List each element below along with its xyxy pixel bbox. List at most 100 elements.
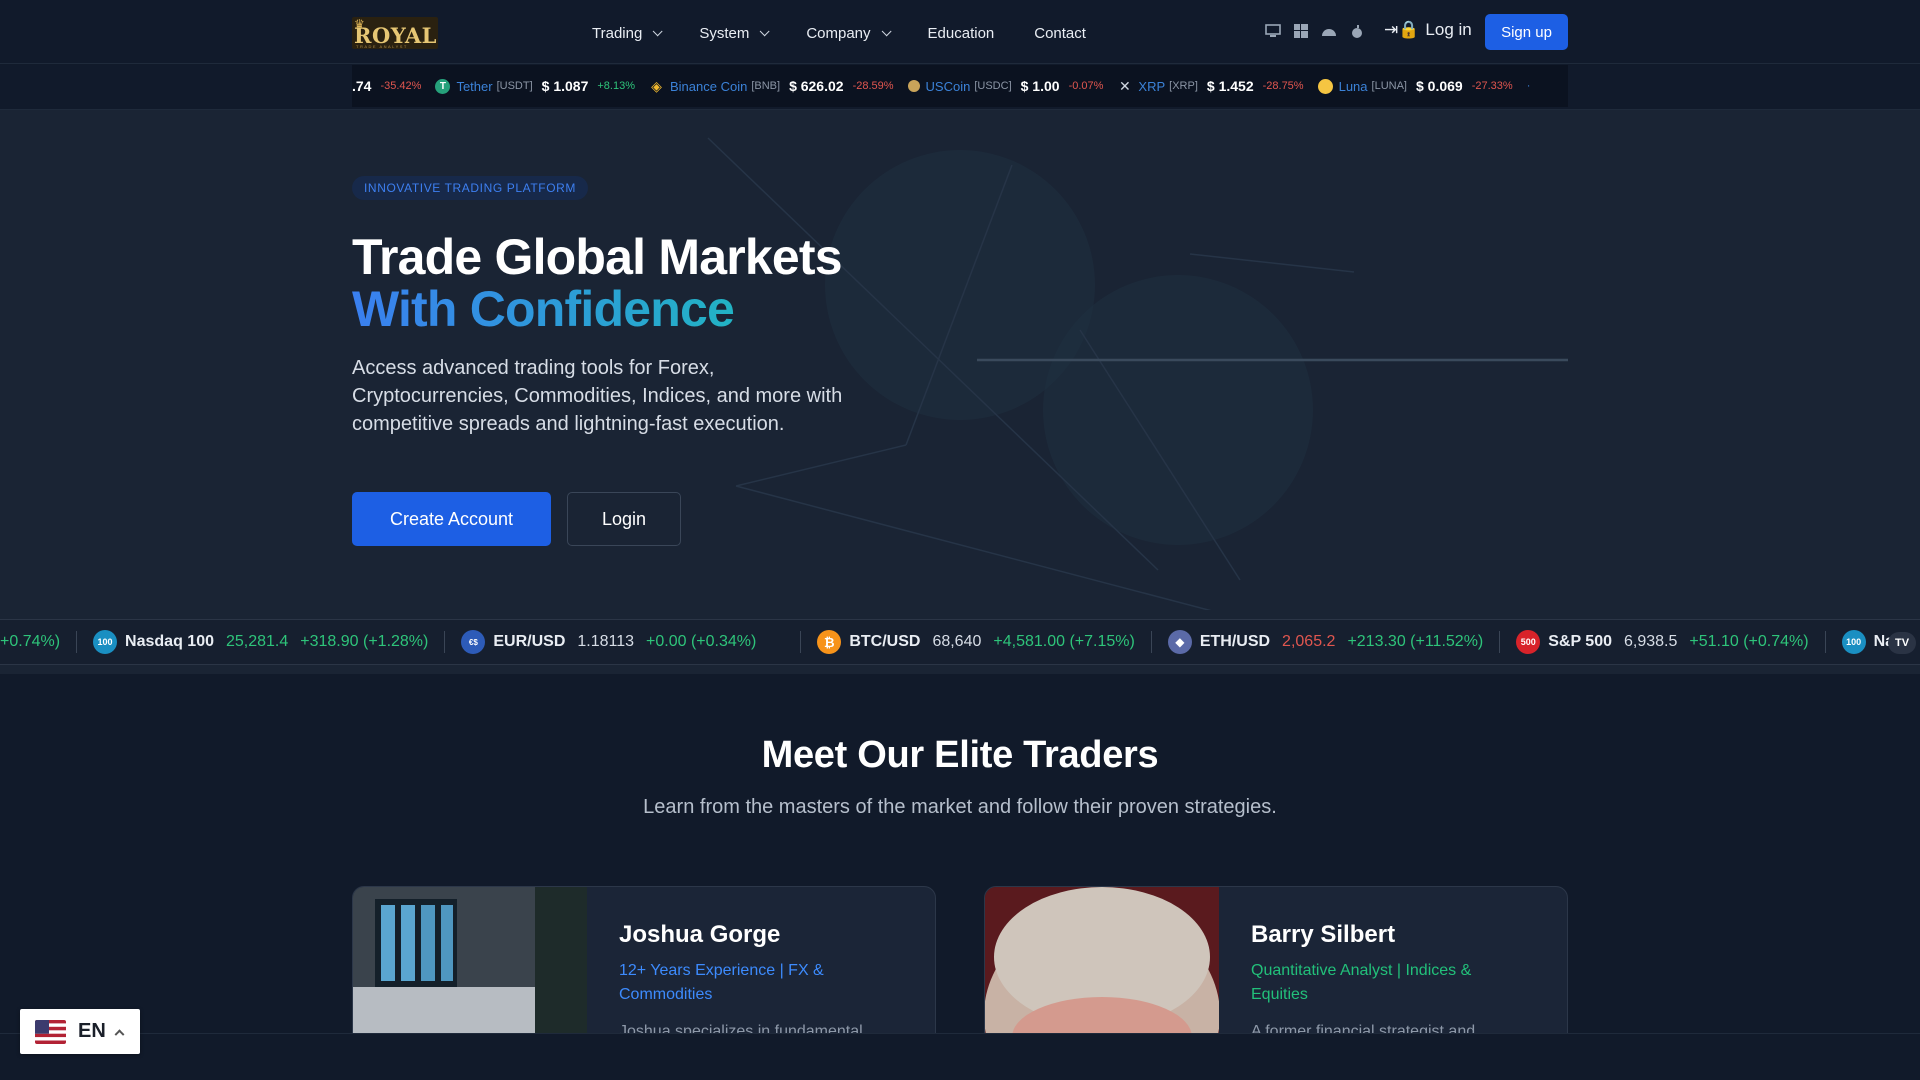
crypto-item-luna[interactable]: Luna [LUNA] $ 0.069 -27.33% xyxy=(1317,78,1513,94)
crypto-price: $ 1.00 xyxy=(1020,78,1060,94)
trader-photo xyxy=(353,887,587,1045)
language-code: EN xyxy=(78,1020,106,1042)
crypto-change: -35.42% xyxy=(380,80,422,92)
crypto-item-partial[interactable]: · xyxy=(1527,80,1535,92)
menu-trading[interactable]: Trading xyxy=(592,22,663,44)
chevron-up-icon xyxy=(114,1029,125,1040)
crypto-item-usdc[interactable]: USCoin [USDC] $ 1.00 -0.07% xyxy=(907,78,1104,94)
xrp-icon: ✕ xyxy=(1119,77,1131,94)
market-price: 2,065.2 xyxy=(1282,633,1336,650)
chevron-down-icon xyxy=(759,25,770,36)
menu-education[interactable]: Education xyxy=(928,22,995,44)
top-navbar: ♛ ROYAL TRADE ANALYST Trading System Com… xyxy=(0,0,1920,64)
market-name: EUR/USD xyxy=(493,633,566,650)
create-account-button[interactable]: Create Account xyxy=(352,492,551,546)
bitcoin-icon: ₿ xyxy=(817,630,842,654)
hero-login-button[interactable]: Login xyxy=(567,492,681,546)
market-change: +213.30 (+11.52%) xyxy=(1347,633,1484,650)
menu-system[interactable]: System xyxy=(699,22,770,44)
bottom-strip xyxy=(0,1033,1920,1080)
crypto-item-xrp[interactable]: ✕ XRP [XRP] $ 1.452 -28.75% xyxy=(1117,77,1304,95)
login-label: Log in xyxy=(1425,20,1472,39)
traders-title: Meet Our Elite Traders xyxy=(761,734,1159,776)
market-ticker-bar: +0.74%) 100 Nasdaq 100 25,281.4 +318.90 … xyxy=(0,610,1920,674)
trader-card[interactable]: Joshua Gorge 12+ Years Experience | FX &… xyxy=(352,886,936,1046)
trader-name: Barry Silbert xyxy=(1251,921,1396,948)
trader-card[interactable]: Barry Silbert Quantitative Analyst | Ind… xyxy=(984,886,1568,1046)
tradingview-logo[interactable]: TV xyxy=(1888,632,1916,654)
market-item-nasdaq[interactable]: 100 Nasdaq 100 25,281.4 +318.90 (+1.28%) xyxy=(77,630,446,654)
market-item-eurusd[interactable]: €$ EUR/USD 1.18113 +0.00 (+0.34%) xyxy=(445,630,802,654)
crypto-price: $ 1.087 xyxy=(541,78,589,94)
chevron-down-icon xyxy=(881,25,892,36)
crypto-name: Binance Coin xyxy=(670,78,748,94)
market-item-btcusd[interactable]: ₿ BTC/USD 68,640 +4,581.00 (+7.15%) xyxy=(801,630,1152,654)
menu-company[interactable]: Company xyxy=(806,22,892,44)
apple-icon[interactable] xyxy=(1348,22,1366,40)
trader-photo xyxy=(985,887,1219,1045)
uscoin-icon xyxy=(907,80,920,92)
crypto-name: Luna xyxy=(1338,78,1368,94)
menu-label: Company xyxy=(806,24,871,42)
menu-label: System xyxy=(699,24,750,42)
nasdaq-icon: 100 xyxy=(93,630,118,654)
market-price: 68,640 xyxy=(932,633,982,650)
crypto-symbol: [LUNA] xyxy=(1371,80,1407,92)
market-name: ETH/USD xyxy=(1199,633,1271,650)
platform-icons xyxy=(1264,22,1366,40)
binance-icon: ◈ xyxy=(651,77,662,94)
hero-background-decoration xyxy=(707,137,1568,610)
desktop-icon[interactable] xyxy=(1264,22,1282,40)
crypto-price: $ 626.02 xyxy=(789,78,844,94)
language-selector[interactable]: EN xyxy=(20,1009,140,1054)
market-name: S&P 500 xyxy=(1548,633,1612,650)
crypto-ticker: .74 -35.42% T Tether [USDT] $ 1.087 +8.1… xyxy=(352,65,1568,107)
chevron-down-icon xyxy=(652,25,663,36)
market-ticker: +0.74%) 100 Nasdaq 100 25,281.4 +318.90 … xyxy=(0,619,1920,665)
android-icon[interactable] xyxy=(1320,22,1338,40)
market-item-sp500[interactable]: 500 S&P 500 6,938.5 +51.10 (+0.74%) xyxy=(1500,630,1826,654)
market-item[interactable]: +0.74%) xyxy=(0,631,78,653)
crypto-name: · xyxy=(1526,80,1531,92)
market-name: Nasdaq 100 xyxy=(125,633,214,650)
sp500-icon: 500 xyxy=(1516,630,1541,654)
menu-contact[interactable]: Contact xyxy=(1034,22,1086,44)
logo-tagline: TRADE ANALYST xyxy=(356,44,408,49)
market-price: 1.18113 xyxy=(577,633,635,650)
crypto-change: -0.07% xyxy=(1068,80,1104,92)
crypto-item-tether[interactable]: T Tether [USDT] $ 1.087 +8.13% xyxy=(435,78,635,94)
trader-name: Joshua Gorge xyxy=(619,921,781,948)
signup-button[interactable]: Sign up xyxy=(1485,14,1568,50)
trader-role: Quantitative Analyst | Indices & Equitie… xyxy=(1251,962,1472,1003)
crypto-change: -28.75% xyxy=(1262,80,1304,92)
crypto-price: $ 1.452 xyxy=(1206,78,1254,94)
hero-title-line2: With Confidence xyxy=(352,281,735,337)
crypto-change: +8.13% xyxy=(597,80,635,92)
hero-badge: INNOVATIVE TRADING PLATFORM xyxy=(352,176,588,200)
crypto-item-bnb[interactable]: ◈ Binance Coin [BNB] $ 626.02 -28.59% xyxy=(649,77,893,95)
windows-icon[interactable] xyxy=(1292,22,1310,40)
luna-icon xyxy=(1317,78,1333,94)
market-change: +0.00 (+0.34%) xyxy=(646,633,757,650)
crypto-price: .74 xyxy=(352,78,372,94)
us-flag-icon xyxy=(35,1019,66,1044)
tether-icon: T xyxy=(435,78,451,94)
market-item-ethusd[interactable]: ◆ ETH/USD 2,065.2 +213.30 (+11.52%) xyxy=(1152,630,1501,654)
hero-title-line1: Trade Global Markets xyxy=(352,229,843,285)
market-price: 25,281.4 xyxy=(225,633,289,650)
crypto-item[interactable]: .74 -35.42% xyxy=(352,78,421,94)
crypto-symbol: [USDC] xyxy=(974,80,1012,92)
menu-label: Trading xyxy=(592,24,643,42)
crypto-ticker-bar: .74 -35.42% T Tether [USDT] $ 1.087 +8.1… xyxy=(0,65,1920,110)
main-menu: Trading System Company Education Contact xyxy=(592,22,1126,44)
traders-section: Meet Our Elite Traders Learn from the ma… xyxy=(0,674,1920,1046)
market-change: +318.90 (+1.28%) xyxy=(300,633,429,650)
market-change: +0.74%) xyxy=(0,633,61,650)
traders-subtitle: Learn from the masters of the market and… xyxy=(643,796,1277,818)
royal-logo[interactable]: ♛ ROYAL TRADE ANALYST xyxy=(352,17,438,49)
login-link[interactable]: ⇥🔒 Log in xyxy=(1384,20,1472,40)
market-change: +51.10 (+0.74%) xyxy=(1689,633,1809,650)
menu-label: Education xyxy=(927,24,995,42)
login-lock-icon: ⇥🔒 xyxy=(1384,20,1420,39)
market-name: BTC/USD xyxy=(849,633,921,650)
